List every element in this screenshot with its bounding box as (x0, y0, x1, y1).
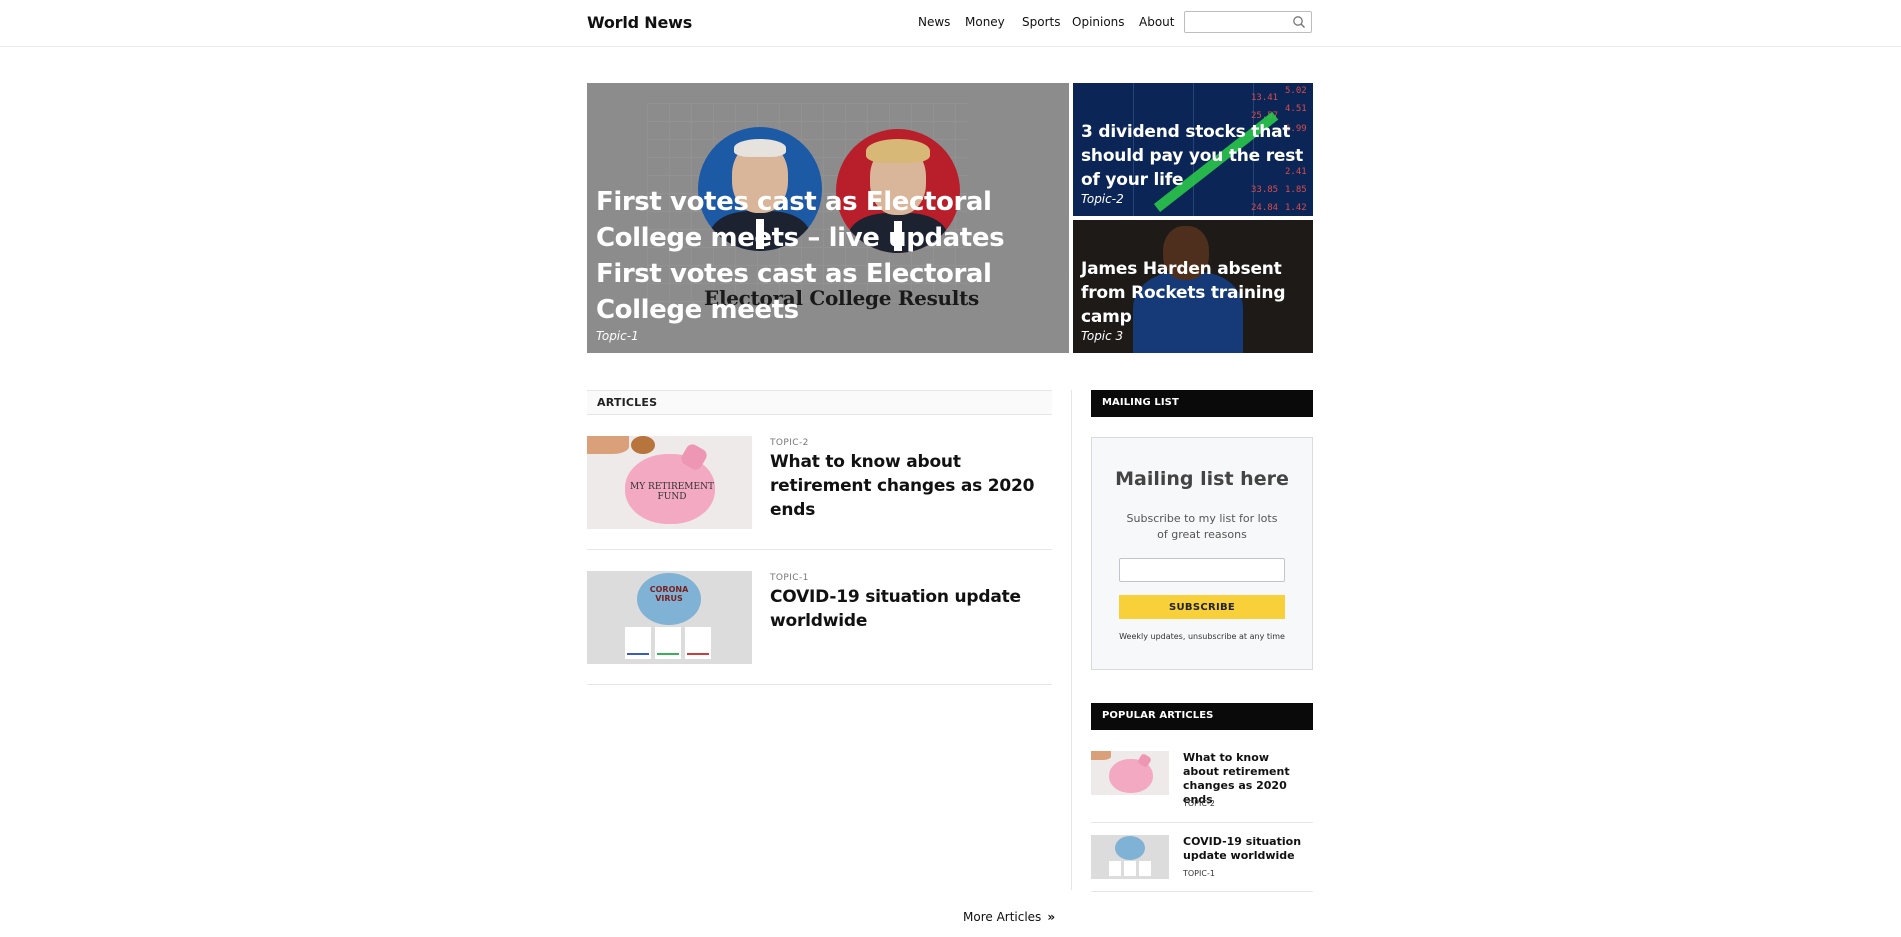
popular-article-thumbnail[interactable] (1091, 835, 1169, 879)
top-navigation-bar: World News News Money Sports Opinions Ab… (0, 0, 1901, 47)
hero-side-topic: Topic 3 (1081, 329, 1124, 343)
popular-article-thumbnail[interactable] (1091, 751, 1169, 795)
subscribe-button[interactable]: SUBSCRIBE (1119, 595, 1285, 619)
more-articles-link[interactable]: More Articles » (963, 910, 1055, 924)
mailing-list-header: MAILING LIST (1091, 390, 1313, 417)
double-chevron-right-icon: » (1047, 910, 1056, 924)
email-field[interactable] (1119, 558, 1285, 582)
article-topic[interactable]: TOPIC-1 (770, 573, 809, 583)
hero-side-story-dividend[interactable]: 5.02 4.51 6.99 2.41 1.85 1.42 13.41 25.5… (1073, 83, 1313, 216)
popular-articles-header: POPULAR ARTICLES (1091, 703, 1313, 730)
popular-article-item[interactable]: What to know about retirement changes as… (1091, 750, 1313, 823)
article-thumbnail[interactable]: CORONA VIRUS (587, 571, 752, 664)
search-icon[interactable] (1292, 15, 1306, 29)
popular-article-title[interactable]: COVID-19 situation update worldwide (1183, 835, 1308, 863)
column-divider (1071, 390, 1072, 890)
mailing-list-heading: MAILING LIST (1102, 397, 1179, 408)
mailing-list-description: Subscribe to my list for lots of great r… (1126, 512, 1278, 541)
thumbnail-text: MY RETIREMENT FUND (630, 482, 714, 502)
popular-article-item[interactable]: COVID-19 situation update worldwide TOPI… (1091, 834, 1313, 892)
articles-heading: ARTICLES (597, 396, 658, 409)
articles-section-header: ARTICLES (587, 390, 1052, 415)
article-thumbnail[interactable]: MY RETIREMENT FUND (587, 436, 752, 529)
article-topic[interactable]: TOPIC-2 (770, 438, 809, 448)
search-box (1184, 11, 1312, 33)
hero-side-title: 3 dividend stocks that should pay you th… (1081, 122, 1304, 190)
nav-news[interactable]: News (918, 15, 950, 29)
article-item[interactable]: MY RETIREMENT FUND TOPIC-2 What to know … (587, 436, 1052, 550)
hero-main-title: First votes cast as Electoral College me… (596, 187, 1005, 325)
search-input[interactable] (1189, 14, 1293, 32)
mailing-list-note: Weekly updates, unsubscribe at any time (1119, 632, 1285, 641)
popular-article-topic[interactable]: TOPIC-1 (1183, 869, 1215, 878)
ticker-value: 1.42 (1285, 203, 1307, 213)
hero-side-title: James Harden absent from Rockets trainin… (1081, 259, 1286, 327)
article-title[interactable]: COVID-19 situation update worldwide (770, 585, 1055, 633)
more-articles-label: More Articles (963, 910, 1042, 924)
mailing-list-box: Mailing list here Subscribe to my list f… (1091, 437, 1313, 670)
site-logo[interactable]: World News (587, 13, 692, 32)
article-item[interactable]: CORONA VIRUS TOPIC-1 COVID-19 situation … (587, 571, 1052, 685)
ticker-value: 24.84 (1251, 203, 1279, 213)
popular-article-topic[interactable]: TOPIC-2 (1183, 799, 1215, 808)
nav-about[interactable]: About (1139, 15, 1174, 29)
hero-main-topic: Topic-1 (596, 329, 639, 343)
hero-side-story-harden[interactable]: James Harden absent from Rockets trainin… (1073, 220, 1313, 353)
mailing-list-title: Mailing list here (1115, 468, 1289, 490)
ticker-value: 4.51 (1285, 104, 1307, 114)
article-title[interactable]: What to know about retirement changes as… (770, 450, 1055, 522)
popular-articles-heading: POPULAR ARTICLES (1102, 710, 1214, 721)
thumbnail-text: CORONA VIRUS (649, 585, 689, 603)
nav-opinions[interactable]: Opinions (1072, 15, 1125, 29)
ticker-value: 5.02 (1285, 86, 1307, 96)
hero-side-topic: Topic-2 (1081, 192, 1124, 206)
hero-main-story[interactable]: Electoral College Results First votes ca… (587, 83, 1069, 353)
ticker-value: 13.41 (1251, 93, 1279, 103)
nav-money[interactable]: Money (965, 15, 1005, 29)
nav-sports[interactable]: Sports (1022, 15, 1060, 29)
